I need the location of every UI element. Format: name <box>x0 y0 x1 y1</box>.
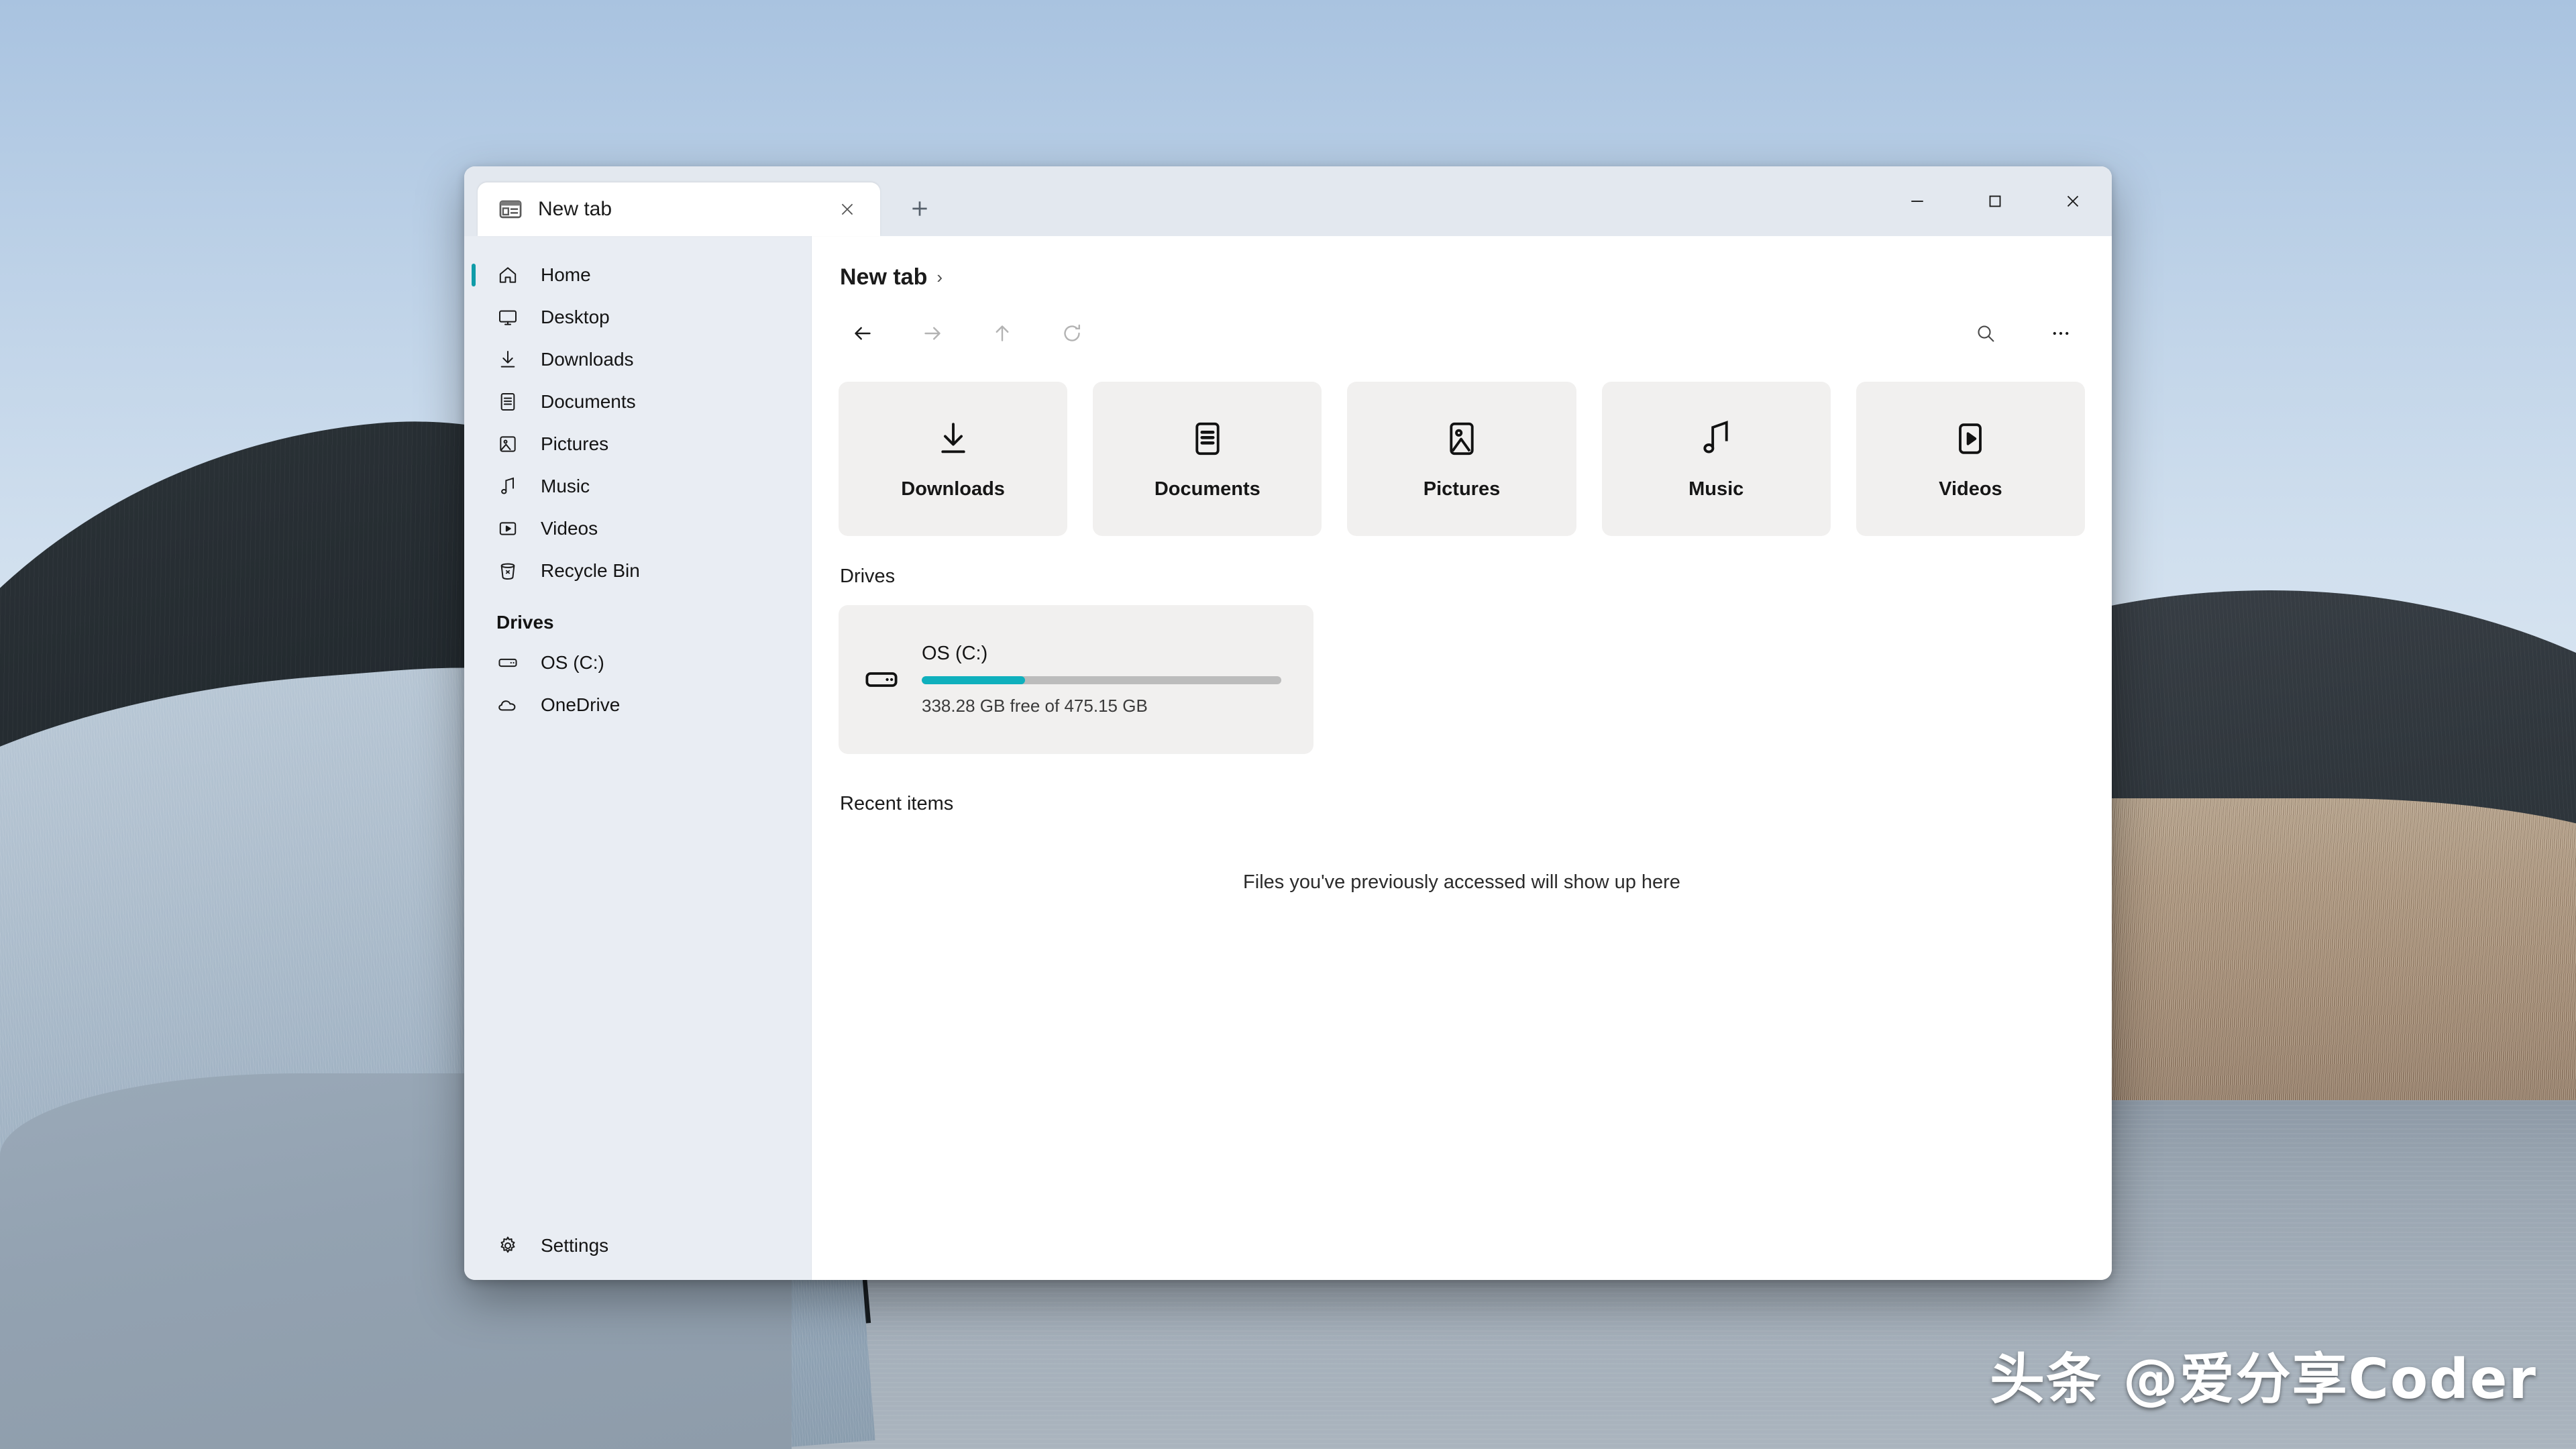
up-button[interactable] <box>978 309 1026 358</box>
tile-label: Downloads <box>901 478 1005 500</box>
recent-items-heading: Recent items <box>840 793 954 814</box>
sidebar-group-drives: Drives <box>496 612 554 633</box>
sidebar-item-label: Documents <box>541 390 636 412</box>
gear-icon <box>496 1234 519 1257</box>
sidebar-item-videos[interactable]: Videos <box>464 507 811 549</box>
search-button[interactable] <box>1962 309 2010 358</box>
selection-indicator <box>472 263 476 286</box>
download-icon <box>932 418 974 460</box>
document-icon <box>1187 418 1228 460</box>
sidebar-item-label: Music <box>541 475 590 496</box>
tab-title: New tab <box>538 198 612 220</box>
video-icon <box>496 517 519 540</box>
tile-label: Pictures <box>1423 478 1501 500</box>
home-icon <box>496 264 519 286</box>
sidebar-item-music[interactable]: Music <box>464 465 811 507</box>
sidebar-item-documents[interactable]: Documents <box>464 380 811 423</box>
sidebar-item-pictures[interactable]: Pictures <box>464 423 811 465</box>
sidebar-item-onedrive[interactable]: OneDrive <box>464 684 811 726</box>
navigation-toolbar <box>812 290 2112 358</box>
minimize-button[interactable] <box>1878 166 1956 236</box>
tab-new-tab[interactable]: New tab <box>478 182 880 236</box>
tile-pictures[interactable]: Pictures <box>1347 382 1576 536</box>
sidebar-item-downloads[interactable]: Downloads <box>464 338 811 380</box>
cloud-icon <box>496 694 519 716</box>
download-icon <box>496 348 519 371</box>
sidebar-item-label: OneDrive <box>541 694 621 715</box>
drive-capacity-fill <box>922 676 1026 684</box>
sidebar-item-label: Pictures <box>541 433 609 454</box>
sidebar-item-os-c[interactable]: OS (C:) <box>464 641 811 684</box>
sidebar-nav-list: Home Desktop Downloads Documents Picture… <box>464 254 811 1224</box>
breadcrumb: New tab › <box>812 236 2112 290</box>
chevron-right-icon[interactable]: › <box>936 267 943 288</box>
recent-items-empty-message: Files you've previously accessed will sh… <box>1243 871 1680 893</box>
drive-info: OS (C:) 338.28 GB free of 475.15 GB <box>922 643 1291 716</box>
tile-music[interactable]: Music <box>1601 382 1831 536</box>
drive-card-os-c[interactable]: OS (C:) 338.28 GB free of 475.15 GB <box>839 605 1313 754</box>
sidebar-item-label: Downloads <box>541 348 634 370</box>
music-note-icon <box>1695 418 1737 460</box>
title-bar: New tab <box>464 166 2112 236</box>
new-tab-page-icon <box>498 197 523 222</box>
drive-capacity-bar <box>922 676 1281 684</box>
sidebar-item-label: OS (C:) <box>541 651 604 673</box>
recycle-bin-icon <box>496 559 519 582</box>
window-controls <box>1878 166 2112 236</box>
close-window-button[interactable] <box>2034 166 2112 236</box>
quick-access-tiles: Downloads Documents Pictures Music Video… <box>812 358 2112 536</box>
sidebar-item-label: Home <box>541 264 591 285</box>
sidebar-item-label: Recycle Bin <box>541 559 640 581</box>
sidebar-item-desktop[interactable]: Desktop <box>464 296 811 338</box>
close-tab-icon[interactable] <box>832 194 863 225</box>
maximize-button[interactable] <box>1956 166 2034 236</box>
tile-videos[interactable]: Videos <box>1856 382 2086 536</box>
sidebar-item-settings[interactable]: Settings <box>464 1224 811 1267</box>
desktop-icon <box>496 306 519 329</box>
navigation-sidebar: Home Desktop Downloads Documents Picture… <box>464 236 812 1280</box>
sidebar-item-home[interactable]: Home <box>464 254 811 296</box>
sidebar-item-recycle-bin[interactable]: Recycle Bin <box>464 549 811 592</box>
drives-section-heading: Drives <box>840 566 896 587</box>
tab-strip: New tab <box>464 182 941 236</box>
tile-documents[interactable]: Documents <box>1093 382 1322 536</box>
music-note-icon <box>496 475 519 498</box>
video-icon <box>1949 418 1991 460</box>
drive-icon <box>861 659 902 700</box>
sidebar-item-label: Desktop <box>541 306 610 327</box>
refresh-button[interactable] <box>1048 309 1096 358</box>
window-body: Home Desktop Downloads Documents Picture… <box>464 236 2112 1280</box>
breadcrumb-current[interactable]: New tab <box>840 264 927 290</box>
sidebar-footer: Settings <box>464 1224 811 1267</box>
tile-downloads[interactable]: Downloads <box>839 382 1068 536</box>
drive-icon <box>496 651 519 674</box>
watermark-text: 头条 @爱分享Coder <box>1990 1348 2537 1411</box>
picture-icon <box>1441 418 1483 460</box>
picture-icon <box>496 433 519 455</box>
drive-capacity-text: 338.28 GB free of 475.15 GB <box>922 696 1148 716</box>
sidebar-item-label: Videos <box>541 517 598 539</box>
tile-label: Videos <box>1939 478 2002 500</box>
document-icon <box>496 390 519 413</box>
back-button[interactable] <box>839 309 887 358</box>
tile-label: Music <box>1688 478 1744 500</box>
new-tab-button[interactable] <box>899 188 941 229</box>
sidebar-item-label: Settings <box>541 1234 609 1256</box>
main-content: New tab › Downloads Documents Pictures M… <box>812 236 2112 1280</box>
more-options-button[interactable] <box>2037 309 2085 358</box>
tile-label: Documents <box>1154 478 1260 500</box>
file-explorer-window: New tab Home Desktop Downloads Documents… <box>464 166 2112 1280</box>
drive-name: OS (C:) <box>922 643 988 664</box>
forward-button[interactable] <box>908 309 957 358</box>
toolbar-right-group <box>1935 309 2085 358</box>
